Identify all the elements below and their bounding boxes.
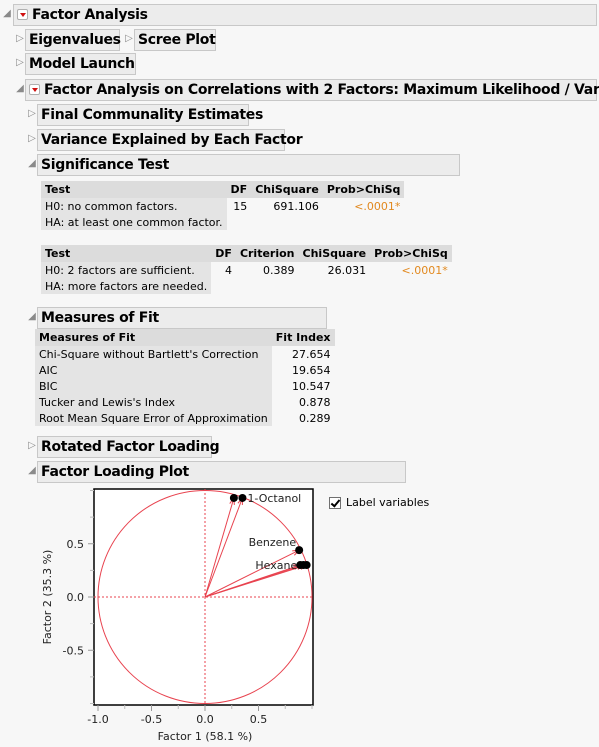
table-row: HA: more factors are needed. — [41, 278, 452, 294]
col-header: DF — [211, 245, 236, 262]
disclosure-closed-icon[interactable]: ▷ — [124, 33, 134, 45]
label-variables-label[interactable]: Label variables — [346, 496, 429, 509]
disclosure-open-icon[interactable]: ◢ — [27, 311, 37, 323]
col-header: Criterion — [235, 245, 299, 262]
final-communality-header[interactable]: Final Communality Estimates — [37, 104, 263, 126]
rotated-loading-header[interactable]: Rotated Factor Loading — [37, 436, 220, 458]
x-tick-label: 0.0 — [196, 713, 214, 726]
point-label: 1-Octanol — [247, 492, 301, 505]
col-header: Test — [41, 245, 212, 262]
disclosure-closed-icon[interactable]: ▷ — [27, 108, 37, 120]
col-header: ChiSquare — [298, 245, 371, 262]
col-header: DF — [226, 181, 252, 198]
disclosure-closed-icon[interactable]: ▷ — [15, 57, 25, 69]
disclosure-closed-icon[interactable]: ▷ — [27, 440, 37, 452]
table-row: Root Mean Square Error of Approximation 0… — [35, 410, 335, 426]
y-tick-label: 0.0 — [67, 591, 85, 604]
disclosure-closed-icon[interactable]: ▷ — [15, 33, 25, 45]
point-label: Hexane — [255, 559, 297, 572]
x-tick-label: -1.0 — [87, 713, 108, 726]
y-tick-label: -0.5 — [63, 644, 84, 657]
x-tick-label: 0.5 — [250, 713, 268, 726]
table-row: AIC 19.654 — [35, 362, 335, 378]
x-tick-label: -0.5 — [141, 713, 162, 726]
disclosure-closed-icon[interactable]: ▷ — [27, 133, 37, 145]
significance-test-header[interactable]: Significance Test — [37, 154, 460, 176]
significance-table-2: Test DF Criterion ChiSquare Prob>ChiSq H… — [41, 245, 452, 294]
loading-point — [295, 546, 304, 555]
label-variables-checkbox[interactable] — [329, 497, 341, 509]
x-axis-label: Factor 1 (58.1 %) — [158, 730, 253, 743]
loading-point — [302, 561, 311, 570]
variance-explained-header[interactable]: Variance Explained by Each Factor — [37, 129, 303, 151]
col-header: ChiSquare — [251, 181, 323, 198]
disclosure-open-icon[interactable]: ◢ — [27, 465, 37, 477]
col-header: Fit Index — [271, 329, 335, 346]
scree-plot-header[interactable]: Scree Plot — [134, 29, 216, 51]
red-triangle-menu-icon[interactable] — [29, 83, 40, 95]
measures-of-fit-table: Measures of Fit Fit Index Chi-Square wit… — [35, 329, 335, 426]
table-row: H0: 2 factors are sufficient. 4 0.389 26… — [41, 262, 452, 278]
factor-analysis-header[interactable]: Factor Analysis — [13, 4, 597, 26]
table-row: BIC 10.547 — [35, 378, 335, 394]
col-header: Test — [41, 181, 227, 198]
measures-of-fit-header[interactable]: Measures of Fit — [37, 307, 327, 329]
significance-table-1: Test DF ChiSquare Prob>ChiSq H0: no comm… — [41, 181, 405, 230]
table-row: Tucker and Lewis's Index 0.878 — [35, 394, 335, 410]
p-value: <.0001* — [401, 263, 448, 277]
table-row: Chi-Square without Bartlett's Correction… — [35, 346, 335, 362]
red-triangle-menu-icon[interactable] — [17, 8, 28, 20]
point-label: Benzene — [249, 536, 297, 549]
y-axis-label: Factor 2 (35.3 %) — [41, 550, 54, 645]
table-row: HA: at least one common factor. — [41, 214, 404, 230]
table-row: H0: no common factors. 15 691.106 <.0001… — [41, 198, 404, 214]
disclosure-open-icon[interactable]: ◢ — [15, 83, 25, 95]
loading-point — [238, 493, 247, 502]
disclosure-open-icon[interactable]: ◢ — [2, 8, 12, 20]
loading-point — [229, 493, 238, 502]
model-launch-header[interactable]: Model Launch — [25, 53, 136, 75]
col-header: Prob>ChiSq — [370, 245, 452, 262]
p-value: <.0001* — [354, 199, 401, 213]
y-tick-label: 0.5 — [67, 538, 85, 551]
col-header: Prob>ChiSq — [322, 181, 405, 198]
eigenvalues-header[interactable]: Eigenvalues — [25, 29, 121, 51]
col-header: Measures of Fit — [35, 329, 272, 346]
disclosure-open-icon[interactable]: ◢ — [27, 158, 37, 170]
fa-report-header[interactable]: Factor Analysis on Correlations with 2 F… — [25, 79, 599, 101]
factor-loading-plot[interactable]: -1.0 -0.5 0.0 0.5 -0.5 0.0 0.5 1-Octanol Benzen… — [0, 480, 330, 747]
